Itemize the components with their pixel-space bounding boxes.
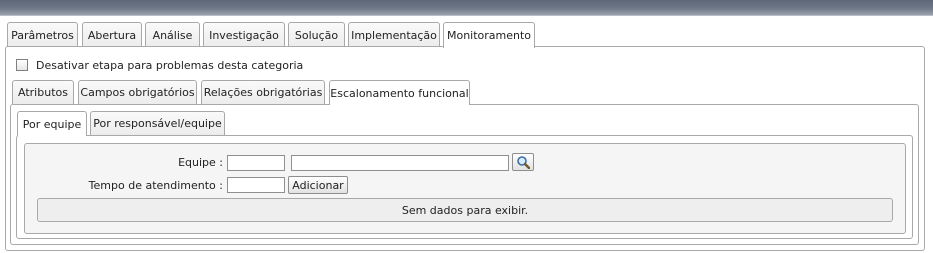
subtab-escalonamento-funcional[interactable]: Escalonamento funcional <box>329 80 470 105</box>
tab-label: Investigação <box>209 28 279 42</box>
tab-label: Por responsável/equipe <box>93 117 222 130</box>
tab-label: Implementação <box>351 28 437 42</box>
team-code-input[interactable] <box>227 155 285 171</box>
team-name-input[interactable] <box>291 155 509 171</box>
tab-label: Campos obrigatórios <box>80 86 195 99</box>
innertab-por-equipe[interactable]: Por equipe <box>17 111 87 136</box>
subtab-atributos[interactable]: Atributos <box>12 80 74 104</box>
team-label: Equipe : <box>178 156 223 169</box>
tab-analise[interactable]: Análise <box>145 22 200 47</box>
subtab-campos-obrigatorios[interactable]: Campos obrigatórios <box>78 80 197 104</box>
tab-label: Por equipe <box>22 117 82 131</box>
tab-label: Solução <box>294 28 339 42</box>
tab-implementacao[interactable]: Implementação <box>348 22 440 47</box>
service-time-input[interactable] <box>227 177 285 193</box>
tab-parametros[interactable]: Parâmetros <box>7 22 78 47</box>
tab-label: Monitoramento <box>446 29 532 42</box>
tab-label: Abertura <box>87 28 137 42</box>
tab-label: Relações obrigatórias <box>203 86 323 99</box>
tab-solucao[interactable]: Solução <box>288 22 345 47</box>
tab-label: Atributos <box>18 86 68 99</box>
tab-label: Escalonamento funcional <box>330 86 469 100</box>
service-time-label: Tempo de atendimento : <box>88 179 223 192</box>
disable-stage-label: Desativar etapa para problemas desta cat… <box>36 59 304 72</box>
empty-grid: Sem dados para exibir. <box>37 198 893 222</box>
magnifier-icon <box>516 155 531 170</box>
tab-label: Análise <box>152 28 193 42</box>
search-team-button[interactable] <box>512 153 534 171</box>
tab-abertura[interactable]: Abertura <box>82 22 142 47</box>
subtab-relacoes-obrigatorias[interactable]: Relações obrigatórias <box>201 80 325 104</box>
innertab-por-responsavel-equipe[interactable]: Por responsável/equipe <box>90 111 225 135</box>
empty-message: Sem dados para exibir. <box>401 203 529 217</box>
add-button[interactable]: Adicionar <box>288 176 348 194</box>
header-bar <box>0 0 933 16</box>
tab-label: Parâmetros <box>11 28 74 42</box>
add-button-label: Adicionar <box>292 178 344 192</box>
disable-stage-checkbox[interactable] <box>16 59 28 71</box>
tab-monitoramento[interactable]: Monitoramento <box>443 22 535 48</box>
tab-investigacao[interactable]: Investigação <box>203 22 285 47</box>
